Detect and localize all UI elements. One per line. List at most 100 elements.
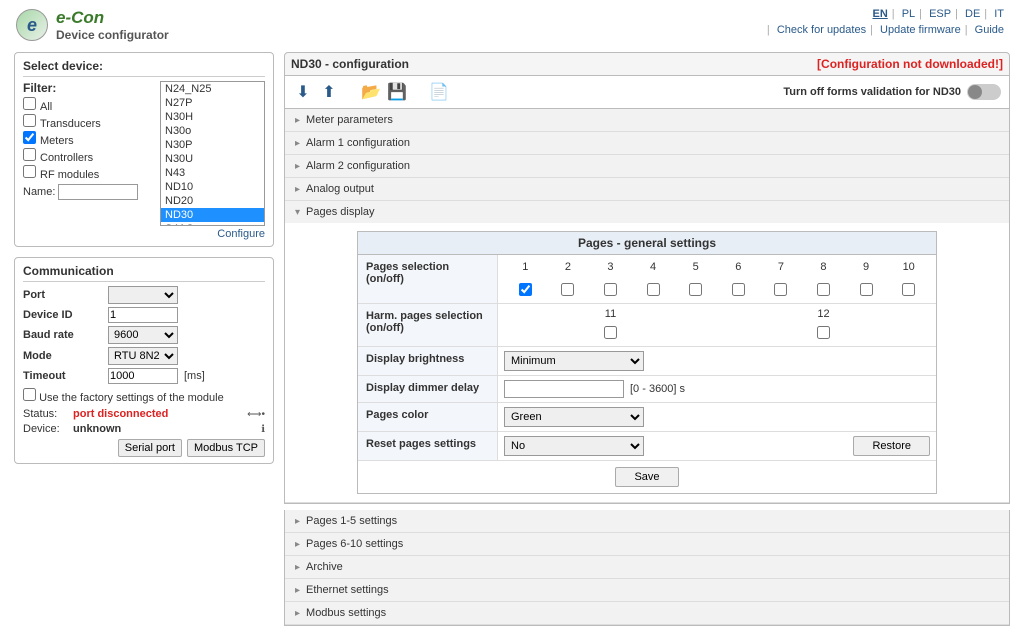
device-label: Device: bbox=[23, 423, 73, 435]
dimmer-unit: [0 - 3600] s bbox=[630, 383, 685, 395]
status-value: port disconnected bbox=[73, 408, 168, 420]
baud-select[interactable]: 9600 bbox=[108, 326, 178, 344]
section-analog[interactable]: Analog output bbox=[285, 178, 1009, 200]
lang-it[interactable]: IT bbox=[990, 8, 1008, 20]
page-6-chk[interactable] bbox=[732, 283, 745, 296]
brightness-select[interactable]: Minimum bbox=[504, 351, 644, 371]
mode-label: Mode bbox=[23, 350, 108, 362]
list-item[interactable]: ND10 bbox=[161, 180, 264, 194]
guide-link[interactable]: Guide bbox=[971, 24, 1008, 36]
select-device-title: Select device: bbox=[23, 59, 265, 77]
lang-de[interactable]: DE bbox=[961, 8, 984, 20]
page-9-chk[interactable] bbox=[860, 283, 873, 296]
validation-toggle-label: Turn off forms validation for ND30 bbox=[783, 86, 961, 98]
serial-port-tab[interactable]: Serial port bbox=[118, 439, 182, 457]
update-firmware-link[interactable]: Update firmware bbox=[876, 24, 965, 36]
check-updates-link[interactable]: Check for updates bbox=[773, 24, 870, 36]
list-item[interactable]: N43 bbox=[161, 166, 264, 180]
timeout-input[interactable] bbox=[108, 368, 178, 384]
language-selector: EN| PL| ESP| DE| IT bbox=[767, 8, 1008, 20]
page-8-chk[interactable] bbox=[817, 283, 830, 296]
list-item[interactable]: ND20 bbox=[161, 194, 264, 208]
section-pages610[interactable]: Pages 6-10 settings bbox=[285, 533, 1009, 555]
save-file-icon[interactable]: 💾 bbox=[387, 82, 407, 102]
section-pages-display[interactable]: Pages display bbox=[285, 201, 1009, 223]
filter-transducers[interactable]: Transducers bbox=[23, 114, 154, 130]
list-item[interactable]: S4AO bbox=[161, 222, 264, 226]
filter-rf[interactable]: RF modules bbox=[23, 165, 154, 181]
port-label: Port bbox=[23, 289, 108, 301]
info-icon[interactable]: ℹ bbox=[261, 424, 265, 435]
device-list[interactable]: N24_N25 N27P N30H N30o N30P N30U N43 ND1… bbox=[160, 81, 265, 226]
filter-controllers[interactable]: Controllers bbox=[23, 148, 154, 164]
page-7-chk[interactable] bbox=[774, 283, 787, 296]
device-id-label: Device ID bbox=[23, 309, 108, 321]
section-pages15[interactable]: Pages 1-5 settings bbox=[285, 510, 1009, 532]
lang-esp[interactable]: ESP bbox=[925, 8, 955, 20]
lang-pl[interactable]: PL bbox=[898, 8, 919, 20]
section-modbus[interactable]: Modbus settings bbox=[285, 602, 1009, 624]
reset-label: Reset pages settings bbox=[358, 432, 498, 460]
section-alarm2[interactable]: Alarm 2 configuration bbox=[285, 155, 1009, 177]
timeout-label: Timeout bbox=[23, 370, 108, 382]
brightness-label: Display brightness bbox=[358, 347, 498, 375]
harm-12-chk[interactable] bbox=[817, 326, 830, 339]
section-archive[interactable]: Archive bbox=[285, 556, 1009, 578]
validation-toggle[interactable] bbox=[967, 84, 1001, 100]
usb-icon: ⟷• bbox=[247, 409, 265, 420]
app-subtitle: Device configurator bbox=[56, 28, 169, 42]
dimmer-label: Display dimmer delay bbox=[358, 376, 498, 402]
export-icon[interactable]: 📄 bbox=[429, 82, 449, 102]
status-label: Status: bbox=[23, 408, 73, 420]
section-ethernet[interactable]: Ethernet settings bbox=[285, 579, 1009, 601]
harm-11-chk[interactable] bbox=[604, 326, 617, 339]
list-item[interactable]: N30o bbox=[161, 124, 264, 138]
page-3-chk[interactable] bbox=[604, 283, 617, 296]
page-1-chk[interactable] bbox=[519, 283, 532, 296]
color-select[interactable]: Green bbox=[504, 407, 644, 427]
section-meter[interactable]: Meter parameters bbox=[285, 109, 1009, 131]
page-4-chk[interactable] bbox=[647, 283, 660, 296]
list-item-selected[interactable]: ND30 bbox=[161, 208, 264, 222]
page-5-chk[interactable] bbox=[689, 283, 702, 296]
device-id-input[interactable] bbox=[108, 307, 178, 323]
filter-all[interactable]: All bbox=[23, 97, 154, 113]
communication-title: Communication bbox=[23, 264, 265, 282]
color-label: Pages color bbox=[358, 403, 498, 431]
save-button[interactable]: Save bbox=[615, 467, 678, 487]
download-icon[interactable]: ⬇ bbox=[293, 82, 313, 102]
reset-select[interactable]: No bbox=[504, 436, 644, 456]
list-item[interactable]: N30H bbox=[161, 110, 264, 124]
list-item[interactable]: N24_N25 bbox=[161, 82, 264, 96]
list-item[interactable]: N30P bbox=[161, 138, 264, 152]
lang-en[interactable]: EN bbox=[868, 8, 891, 20]
filter-meters[interactable]: Meters bbox=[23, 131, 154, 147]
section-alarm1[interactable]: Alarm 1 configuration bbox=[285, 132, 1009, 154]
modbus-tcp-tab[interactable]: Modbus TCP bbox=[187, 439, 265, 457]
name-label: Name: bbox=[23, 186, 55, 198]
page-10-chk[interactable] bbox=[902, 283, 915, 296]
mode-select[interactable]: RTU 8N2 bbox=[108, 347, 178, 365]
timeout-unit: [ms] bbox=[184, 370, 205, 382]
config-title: ND30 - configuration bbox=[291, 57, 409, 71]
folder-open-icon[interactable]: 📂 bbox=[361, 82, 381, 102]
select-device-panel: Select device: Filter: All Transducers M… bbox=[14, 52, 274, 247]
baud-label: Baud rate bbox=[23, 329, 108, 341]
harm-label: Harm. pages selection (on/off) bbox=[358, 304, 498, 346]
device-value: unknown bbox=[73, 423, 121, 435]
list-item[interactable]: N27P bbox=[161, 96, 264, 110]
logo: e bbox=[16, 9, 48, 41]
page-2-chk[interactable] bbox=[561, 283, 574, 296]
name-input[interactable] bbox=[58, 184, 138, 200]
port-select[interactable] bbox=[108, 286, 178, 304]
configure-link[interactable]: Configure bbox=[217, 228, 265, 240]
restore-button[interactable]: Restore bbox=[853, 436, 930, 456]
pages-selection-label: Pages selection (on/off) bbox=[358, 255, 498, 303]
communication-panel: Communication Port Device ID Baud rate96… bbox=[14, 257, 274, 464]
upload-icon[interactable]: ⬆ bbox=[319, 82, 339, 102]
config-warning: [Configuration not downloaded!] bbox=[817, 57, 1003, 71]
dimmer-input[interactable] bbox=[504, 380, 624, 398]
filter-label: Filter: bbox=[23, 81, 154, 95]
list-item[interactable]: N30U bbox=[161, 152, 264, 166]
factory-checkbox[interactable]: Use the factory settings of the module bbox=[23, 392, 224, 404]
